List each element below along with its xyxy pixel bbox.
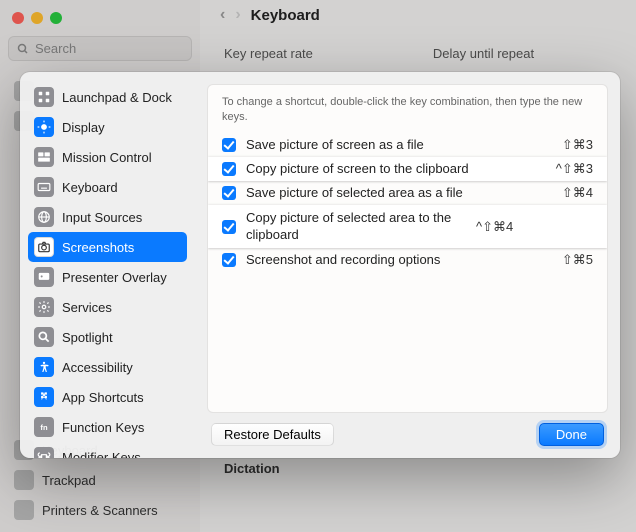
keyboard-icon [34,177,54,197]
modifier-keys-icon [34,447,54,458]
checkbox[interactable] [222,253,236,267]
sidebar-item-spotlight[interactable]: Spotlight [28,322,187,352]
services-icon [34,297,54,317]
spotlight-icon [34,327,54,347]
shortcut-combo[interactable]: ^⇧⌘4 [476,219,513,235]
shortcut-label: Copy picture of screen to the clipboard [246,161,546,177]
sidebar-item-screenshots[interactable]: Screenshots [28,232,187,262]
sidebar-item-app-shortcuts[interactable]: A App Shortcuts [28,382,187,412]
sidebar-item-label: Display [62,120,105,135]
checkbox[interactable] [222,162,236,176]
page-title: Keyboard [251,7,320,24]
sidebar-item-launchpad-dock[interactable]: Launchpad & Dock [28,82,187,112]
screenshots-icon [34,237,54,257]
sheet-main: To change a shortcut, double-click the k… [195,72,620,458]
shortcut-label: Save picture of screen as a file [246,137,552,153]
presenter-icon [34,267,54,287]
shortcut-combo[interactable]: ⇧⌘4 [562,185,593,201]
sidebar-item-mission-control[interactable]: Mission Control [28,142,187,172]
sidebar-item-label: Spotlight [62,330,113,345]
app-shortcuts-icon: A [34,387,54,407]
sidebar-item-label: Launchpad & Dock [62,90,172,105]
forward-button[interactable]: › [235,6,240,24]
sidebar-item-modifier-keys[interactable]: Modifier Keys [28,442,187,458]
shortcut-row[interactable]: Screenshot and recording options ⇧⌘5 [208,248,607,272]
delay-repeat-label: Delay until repeat [433,46,534,61]
checkbox[interactable] [222,186,236,200]
launchpad-icon [34,87,54,107]
panel-description: To change a shortcut, double-click the k… [208,93,607,133]
shortcut-row[interactable]: Save picture of screen as a file ⇧⌘3 [208,133,607,157]
search-input[interactable]: Search [8,36,192,61]
sidebar-item-label: Presenter Overlay [62,270,167,285]
sidebar-item-label: Keyboard [62,180,118,195]
sidebar-item-label: Mission Control [62,150,152,165]
sidebar-item-label: Screenshots [62,240,134,255]
sidebar-item-display[interactable]: Display [28,112,187,142]
sidebar-item-presenter-overlay[interactable]: Presenter Overlay [28,262,187,292]
bg-sidebar-item-trackpad[interactable]: Trackpad [8,466,192,494]
input-sources-icon [34,207,54,227]
sidebar-item-function-keys[interactable]: fn Function Keys [28,412,187,442]
done-button[interactable]: Done [539,423,604,446]
minimize-button[interactable] [31,12,43,24]
shortcuts-panel: To change a shortcut, double-click the k… [207,84,608,413]
shortcuts-list: Save picture of screen as a file ⇧⌘3 Cop… [208,133,607,273]
search-placeholder: Search [35,41,76,56]
bg-row-labels: Key repeat rate Delay until repeat [200,30,636,77]
sidebar-item-keyboard[interactable]: Keyboard [28,172,187,202]
bg-sidebar-item-printers[interactable]: Printers & Scanners [8,496,192,524]
sidebar-item-label: Services [62,300,112,315]
sidebar-item-input-sources[interactable]: Input Sources [28,202,187,232]
svg-text:fn: fn [40,423,48,432]
search-icon [17,43,29,55]
zoom-button[interactable] [50,12,62,24]
sidebar-item-label: Modifier Keys [62,450,141,459]
shortcut-row[interactable]: Save picture of selected area as a file … [208,181,607,205]
restore-defaults-button[interactable]: Restore Defaults [211,423,334,446]
shortcut-row[interactable]: Copy picture of screen to the clipboard … [208,157,607,181]
accessibility-icon [34,357,54,377]
category-sidebar: Launchpad & Dock Display Mission Control… [20,72,195,458]
bg-header: ‹ › Keyboard [200,0,636,30]
checkbox[interactable] [222,138,236,152]
shortcut-combo[interactable]: ⇧⌘3 [562,137,593,153]
sidebar-item-services[interactable]: Services [28,292,187,322]
display-icon [34,117,54,137]
close-button[interactable] [12,12,24,24]
checkbox[interactable] [222,220,236,234]
key-repeat-label: Key repeat rate [224,46,313,61]
sheet-footer: Restore Defaults Done [207,413,608,448]
shortcut-label: Screenshot and recording options [246,252,552,268]
shortcuts-sheet: Launchpad & Dock Display Mission Control… [20,72,620,458]
sidebar-item-accessibility[interactable]: Accessibility [28,352,187,382]
shortcut-row[interactable]: Copy picture of selected area to the cli… [208,205,607,248]
svg-text:A: A [41,392,47,401]
shortcut-combo[interactable]: ^⇧⌘3 [556,161,593,177]
window-controls [8,8,192,30]
back-button[interactable]: ‹ [220,6,225,24]
function-keys-icon: fn [34,417,54,437]
sidebar-item-label: App Shortcuts [62,390,144,405]
shortcut-combo[interactable]: ⇧⌘5 [562,252,593,268]
mission-control-icon [34,147,54,167]
sidebar-item-label: Function Keys [62,420,144,435]
shortcut-label: Copy picture of selected area to the cli… [246,210,466,243]
shortcut-label: Save picture of selected area as a file [246,185,552,201]
sidebar-item-label: Accessibility [62,360,133,375]
sidebar-item-label: Input Sources [62,210,142,225]
